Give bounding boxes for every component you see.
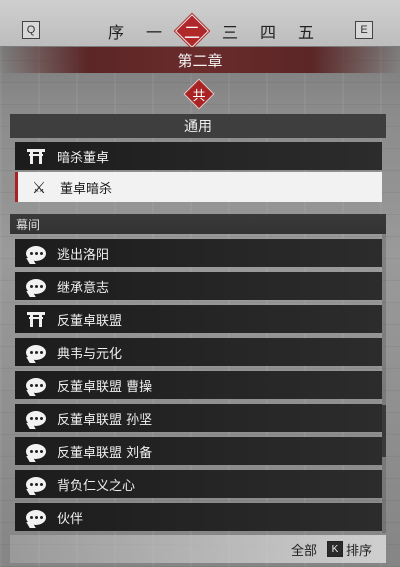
speech-bubble-icon <box>25 343 47 361</box>
list-item-label: 典韦与元化 <box>57 346 123 362</box>
list-item-label: 反董卓联盟 刘备 <box>57 445 153 461</box>
gate-icon <box>25 310 47 328</box>
common-badge: 共 <box>185 80 213 108</box>
speech-bubble-icon <box>25 508 47 526</box>
crossed-swords-icon: ⚔ <box>31 177 47 197</box>
tab-chapter-1[interactable]: 一 <box>139 17 169 45</box>
list-item-label: 背负仁义之心 <box>57 478 136 494</box>
list-item-label: 逃出洛阳 <box>57 247 110 263</box>
list-item[interactable]: 反董卓联盟 曹操 <box>15 371 382 399</box>
list-item[interactable]: 伙伴 <box>15 503 382 531</box>
speech-bubble-icon <box>25 277 47 295</box>
list-item[interactable]: 反董卓联盟 孙坚 <box>15 404 382 432</box>
section-header-common: 通用 <box>10 114 386 138</box>
list-item-label: 反董卓联盟 孙坚 <box>57 412 153 428</box>
filter-all-button[interactable]: 全部 <box>291 540 317 559</box>
sort-button[interactable]: 排序 <box>346 540 372 559</box>
list-item-selected[interactable]: ⚔ 董卓暗杀 <box>15 172 382 202</box>
list-item[interactable]: 逃出洛阳 <box>15 239 382 267</box>
tab-chapter-prologue[interactable]: 序 <box>101 17 131 45</box>
list-item[interactable]: 继承意志 <box>15 272 382 300</box>
tab-chapter-3[interactable]: 三 <box>215 17 245 45</box>
list-item-label: 暗杀董卓 <box>57 150 110 166</box>
gate-icon <box>25 147 47 165</box>
list-item-label: 反董卓联盟 曹操 <box>57 379 153 395</box>
list-item-label: 伙伴 <box>57 511 84 527</box>
event-list-panel: 通用 暗杀董卓 ⚔ 董卓暗杀 幕间 逃出洛阳 继承意志 反董卓联盟 典韦与元化 … <box>10 111 386 559</box>
list-item-label: 董卓暗杀 <box>60 181 113 197</box>
chapter-tabs: 序 一 二 三 四 五 <box>101 17 329 45</box>
chapter-nav-bar: Q 序 一 二 三 四 五 E <box>0 0 400 46</box>
sort-key[interactable]: K <box>326 541 343 557</box>
speech-bubble-icon <box>25 409 47 427</box>
next-chapter-key[interactable]: E <box>355 21 373 39</box>
list-item-label: 反董卓联盟 <box>57 313 123 329</box>
speech-bubble-icon <box>25 475 47 493</box>
prev-chapter-key[interactable]: Q <box>22 21 40 39</box>
footer-bar: 全部 K 排序 <box>10 535 386 563</box>
tab-chapter-4[interactable]: 四 <box>253 17 283 45</box>
list-item[interactable]: 背负仁义之心 <box>15 470 382 498</box>
tab-chapter-2[interactable]: 二 <box>177 17 207 45</box>
section-header-interlude: 幕间 <box>10 214 386 234</box>
speech-bubble-icon <box>25 442 47 460</box>
speech-bubble-icon <box>25 244 47 262</box>
scrollbar-track[interactable] <box>382 233 386 533</box>
list-item-label: 继承意志 <box>57 280 110 296</box>
chapter-title: 第二章 <box>0 47 400 73</box>
list-item[interactable]: 暗杀董卓 <box>15 142 382 170</box>
list-item[interactable]: 反董卓联盟 刘备 <box>15 437 382 465</box>
list-item[interactable]: 反董卓联盟 <box>15 305 382 333</box>
speech-bubble-icon <box>25 376 47 394</box>
tab-chapter-5[interactable]: 五 <box>291 17 321 45</box>
list-item[interactable]: 典韦与元化 <box>15 338 382 366</box>
scrollbar-thumb[interactable] <box>382 405 386 457</box>
